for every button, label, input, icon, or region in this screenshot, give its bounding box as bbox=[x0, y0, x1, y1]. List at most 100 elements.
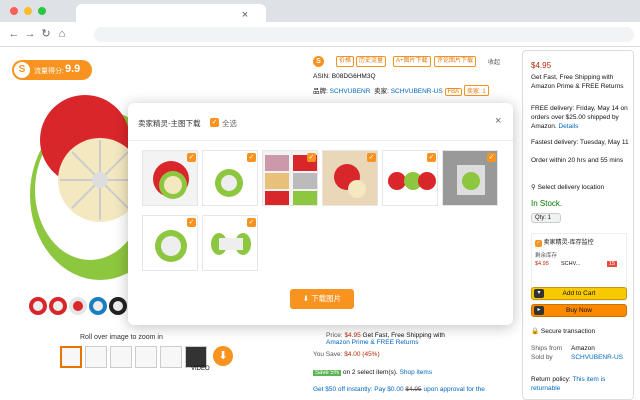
tool-tag-price[interactable]: 价格 bbox=[336, 56, 355, 67]
secure-label: Secure transaction bbox=[540, 328, 596, 335]
row-price: $4.95 bbox=[535, 261, 549, 267]
download-icon[interactable]: ⬇ bbox=[213, 346, 233, 366]
image-tile[interactable]: ✓ bbox=[382, 150, 438, 206]
image-checkbox[interactable]: ✓ bbox=[247, 153, 256, 162]
monitor-checkbox[interactable]: ✓ bbox=[535, 240, 542, 247]
select-location-link[interactable]: ⚲ Select delivery location bbox=[531, 183, 631, 192]
ships-from-label: Ships from bbox=[531, 345, 563, 352]
cart-icon: ▾ bbox=[534, 289, 544, 298]
modal-divider bbox=[128, 140, 513, 141]
close-window-dot[interactable] bbox=[10, 7, 18, 15]
monitor-title: 卖家精灵-库存监控 bbox=[543, 240, 594, 246]
image-download-modal: 卖家精灵-主图下载 ✓ 全选 × ✓ ✓ ✓ ✓ ✓ ✓ ✓ ✓ ⬇ 下载图片 bbox=[128, 103, 513, 325]
image-tile[interactable]: ✓ bbox=[142, 150, 198, 206]
sold-by-label: Sold by bbox=[531, 354, 553, 361]
image-tile[interactable]: ✓ bbox=[202, 215, 258, 271]
thumbnail[interactable] bbox=[135, 346, 157, 368]
download-images-label: 下载图片 bbox=[311, 294, 342, 303]
add-to-cart-button[interactable]: ▾ Add to Cart bbox=[531, 287, 627, 300]
seller-count-badge: 卖家: 1 bbox=[464, 85, 489, 96]
address-bar[interactable] bbox=[94, 27, 634, 42]
collapse-toggle[interactable]: 收起 bbox=[488, 57, 500, 66]
zoom-hint: Roll over image to zoom in bbox=[80, 334, 163, 341]
thumbnail[interactable] bbox=[160, 346, 182, 368]
details-link[interactable]: Details bbox=[558, 123, 578, 130]
thumbnail[interactable] bbox=[85, 346, 107, 368]
order-within: Order within 20 hrs and 55 mins bbox=[531, 157, 624, 164]
return-label: Return policy: bbox=[531, 376, 571, 383]
brand-label: 品牌: bbox=[313, 88, 328, 95]
brand-row: 品牌: SCHVUBENR 卖家: SCHVUBENR-US FBA 卖家: 1 bbox=[313, 85, 489, 96]
forward-icon[interactable]: → bbox=[24, 27, 36, 41]
modal-title: 卖家精灵-主图下载 bbox=[138, 119, 201, 128]
monitor-header: ✓ 卖家精灵-库存监控 bbox=[535, 237, 594, 247]
thumbnail[interactable] bbox=[60, 346, 82, 368]
browser-tab-bar: × bbox=[0, 0, 640, 22]
back-icon[interactable]: ← bbox=[8, 27, 20, 41]
price-row: Price: $4.95 Get Fast, Free Shipping wit… bbox=[326, 332, 445, 346]
seller-value[interactable]: SCHVUBENR-US bbox=[391, 88, 443, 95]
color-variants[interactable] bbox=[28, 292, 138, 322]
image-tile[interactable]: ✓ bbox=[442, 150, 498, 206]
image-tile[interactable]: ✓ bbox=[142, 215, 198, 271]
monitor-row-1: $4.95 SCHV... 15 bbox=[535, 261, 623, 267]
image-tile[interactable]: ✓ bbox=[322, 150, 378, 206]
image-checkbox[interactable]: ✓ bbox=[307, 153, 316, 162]
you-save-value: $4.00 (45%) bbox=[344, 351, 380, 358]
traffic-score-badge: S 流量得分: 9.9 bbox=[12, 60, 92, 80]
select-all-label[interactable]: 全选 bbox=[222, 118, 237, 129]
image-tile[interactable]: ✓ bbox=[262, 150, 318, 206]
product-main-image[interactable] bbox=[10, 85, 130, 285]
stock-status: In Stock. bbox=[531, 199, 563, 208]
you-save-row: You Save: $4.00 (45%) bbox=[313, 351, 380, 358]
image-checkbox[interactable]: ✓ bbox=[187, 218, 196, 227]
image-checkbox[interactable]: ✓ bbox=[187, 153, 196, 162]
quantity-select[interactable]: Qty: 1 bbox=[531, 213, 561, 223]
free-delivery-line: FREE delivery: Friday, May 14 on orders … bbox=[531, 105, 628, 130]
close-icon[interactable]: × bbox=[495, 116, 501, 127]
price-label: Price: bbox=[326, 332, 343, 339]
price-value: $4.95 bbox=[344, 332, 361, 339]
seller-label: 卖家: bbox=[374, 88, 389, 95]
extension-logo-icon: S bbox=[313, 56, 324, 67]
extension-logo-icon: S bbox=[14, 62, 30, 78]
deal-tail: upon approval for the bbox=[423, 386, 485, 393]
image-checkbox[interactable]: ✓ bbox=[247, 218, 256, 227]
asin-row: ASIN: B08DG6HM3Q bbox=[313, 73, 376, 80]
image-tile[interactable]: ✓ bbox=[202, 150, 258, 206]
asin-value: B08DG6HM3Q bbox=[331, 73, 376, 80]
image-checkbox[interactable]: ✓ bbox=[487, 153, 496, 162]
add-to-cart-label: Add to Cart bbox=[562, 290, 596, 297]
you-save-label: You Save: bbox=[313, 351, 343, 358]
download-images-button[interactable]: ⬇ 下载图片 bbox=[290, 289, 354, 309]
deal-row[interactable]: Get $50 off instantly: Pay $0.00 $4.95 u… bbox=[313, 386, 485, 393]
buy-box: $4.95 Get Fast, Free Shipping with Amazo… bbox=[522, 50, 634, 400]
ships-from-value: Amazon bbox=[571, 345, 595, 352]
save-tag: Save 5% bbox=[313, 370, 342, 376]
fastest-delivery: Fastest delivery: Tuesday, May 11 bbox=[531, 139, 629, 146]
tool-tag-history[interactable]: 历史流量 bbox=[356, 56, 387, 67]
image-checkbox[interactable]: ✓ bbox=[427, 153, 436, 162]
tool-tag-review[interactable]: 评论图片下载 bbox=[434, 56, 477, 67]
buy-now-button[interactable]: ▸ Buy Now bbox=[531, 304, 627, 317]
brand-value[interactable]: SCHVUBENR bbox=[330, 88, 371, 95]
browser-tab[interactable]: × bbox=[76, 4, 266, 22]
select-all-checkbox[interactable]: ✓ bbox=[210, 118, 219, 127]
image-checkbox[interactable]: ✓ bbox=[367, 153, 376, 162]
minimize-window-dot[interactable] bbox=[24, 7, 32, 15]
maximize-window-dot[interactable] bbox=[38, 7, 46, 15]
video-thumbnail[interactable] bbox=[185, 346, 207, 368]
close-icon[interactable]: × bbox=[236, 9, 254, 22]
video-label: VIDEO bbox=[191, 366, 210, 372]
secure-transaction[interactable]: 🔒 Secure transaction bbox=[531, 327, 631, 336]
save-text: on 2 select item(s). bbox=[342, 369, 398, 376]
home-icon[interactable]: ⌂ bbox=[56, 27, 68, 41]
row-qty: 15 bbox=[607, 261, 618, 267]
row-seller: SCHV... bbox=[561, 261, 581, 267]
thumbnail[interactable] bbox=[110, 346, 132, 368]
shop-items-link[interactable]: Shop items bbox=[400, 369, 433, 376]
sold-by-value[interactable]: SCHVUBENR-US bbox=[571, 353, 623, 362]
prime-link[interactable]: Amazon Prime & FREE Returns bbox=[326, 339, 445, 346]
tool-tag-aplus[interactable]: A+图片下载 bbox=[393, 56, 431, 67]
reload-icon[interactable]: ↻ bbox=[40, 27, 52, 41]
